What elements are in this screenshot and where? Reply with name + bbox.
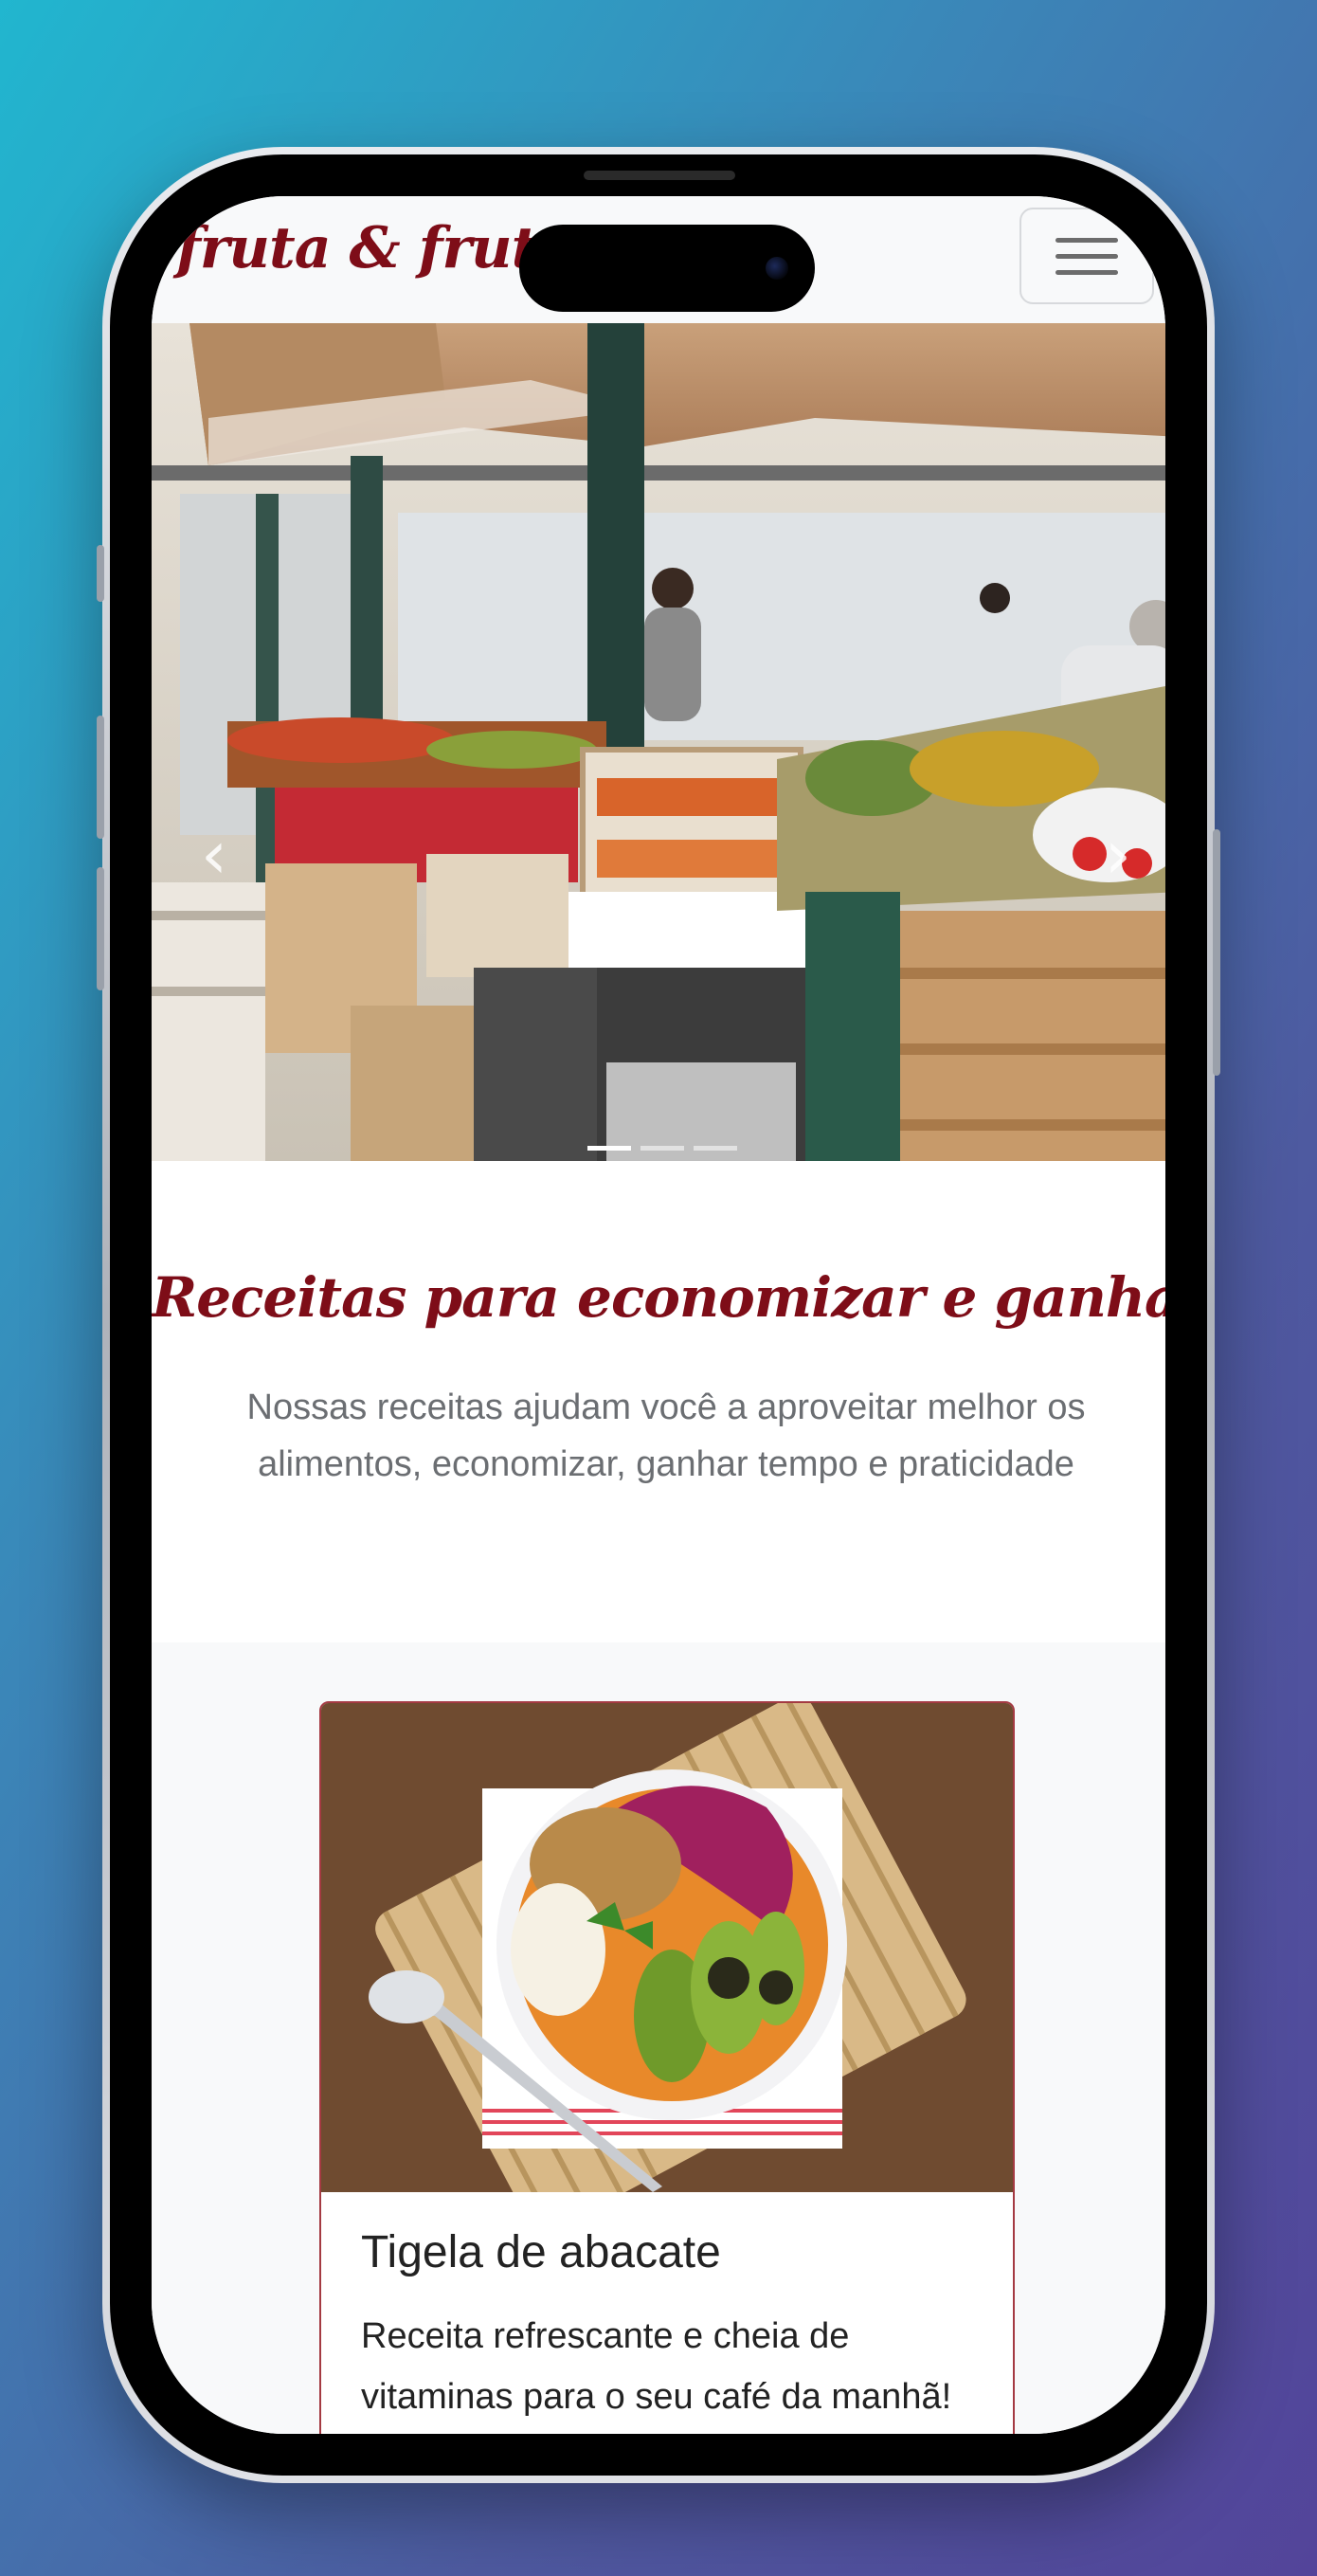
phone-screen: fruta & fruto ‹ › Receitas para economiz… xyxy=(152,196,1165,2434)
phone-frame: fruta & fruto ‹ › Receitas para economiz… xyxy=(97,147,1220,2483)
hamburger-menu-icon-line xyxy=(1055,270,1118,275)
speaker-grille xyxy=(584,171,735,180)
hamburger-menu-icon-line xyxy=(1055,254,1118,259)
intro-section: Receitas para economizar e ganhar saúde … xyxy=(152,1161,1165,1642)
recipe-card-text: Receita refrescante e cheia de vitaminas… xyxy=(361,2316,952,2417)
volume-up-button xyxy=(97,716,104,839)
market-photo xyxy=(152,323,1165,1161)
chevron-right-icon[interactable]: › xyxy=(1105,816,1131,894)
volume-down-button xyxy=(97,867,104,990)
hamburger-menu-icon xyxy=(1055,238,1118,243)
section-title: Receitas para economizar e ganhar saúde xyxy=(152,1265,1165,1330)
front-camera-icon xyxy=(766,257,788,280)
carousel-indicator-1[interactable] xyxy=(587,1146,631,1151)
carousel-indicator-2[interactable] xyxy=(640,1146,684,1151)
navbar-toggler-button[interactable] xyxy=(1019,208,1154,304)
power-button xyxy=(1213,829,1220,1076)
recipe-card-title: Tigela de abacate xyxy=(361,2227,721,2277)
carousel-indicators xyxy=(587,1146,737,1151)
section-description: Nossas receitas ajudam você a aproveitar… xyxy=(246,1388,1086,1484)
brand-logo[interactable]: fruta & fruto xyxy=(176,215,574,281)
carousel-indicator-3[interactable] xyxy=(694,1146,737,1151)
chevron-left-icon[interactable]: ‹ xyxy=(201,816,227,894)
hero-carousel: ‹ › xyxy=(152,323,1165,1161)
avocado-bowl-photo xyxy=(321,1703,1013,2192)
recipes-section: Tigela de abacate Receita refrescante e … xyxy=(152,1642,1165,2434)
mute-switch xyxy=(97,545,104,602)
phone-bezel: fruta & fruto ‹ › Receitas para economiz… xyxy=(110,154,1207,2476)
recipe-card[interactable]: Tigela de abacate Receita refrescante e … xyxy=(319,1701,1015,2434)
dynamic-island xyxy=(519,225,815,312)
